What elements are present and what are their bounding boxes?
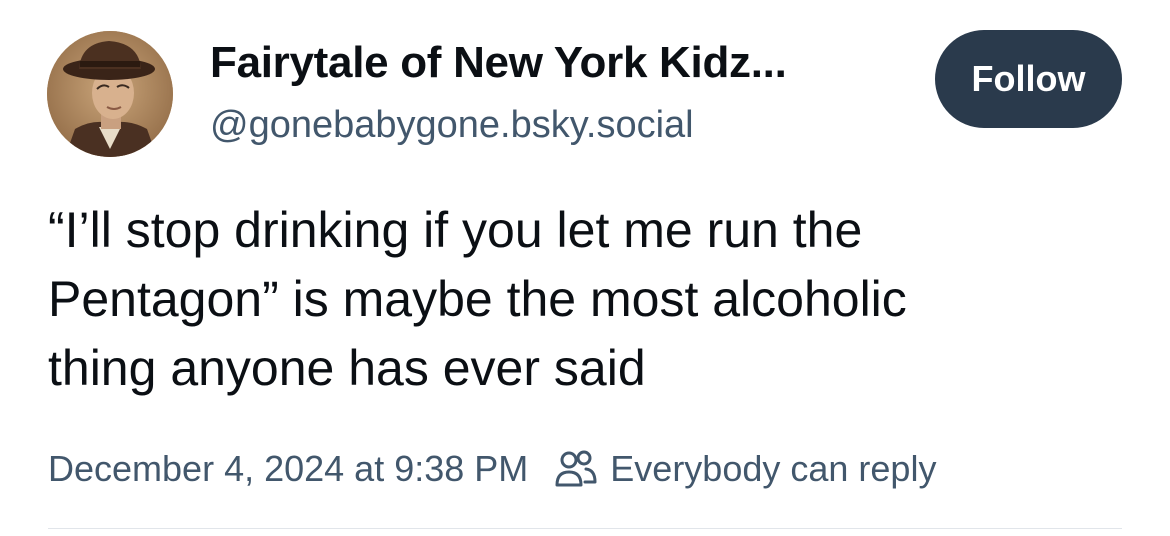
author-handle[interactable]: @gonebabygone.bsky.social [210, 104, 694, 147]
post-text-line: thing anyone has ever said [48, 340, 646, 396]
divider [48, 528, 1122, 529]
reply-setting-label: Everybody can reply [610, 448, 937, 489]
post-text: “I’ll stop drinking if you let me run th… [48, 196, 1128, 403]
reply-setting: Everybody can reply [554, 448, 936, 490]
post-text-line: “I’ll stop drinking if you let me run th… [48, 202, 863, 258]
post-text-line: Pentagon” is maybe the most alcoholic [48, 271, 907, 327]
avatar-image [47, 31, 173, 157]
post-timestamp[interactable]: December 4, 2024 at 9:38 PM [48, 448, 528, 490]
follow-button[interactable]: Follow [935, 30, 1122, 128]
people-icon [555, 450, 597, 487]
author-display-name[interactable]: Fairytale of New York Kidz... [210, 38, 787, 88]
avatar[interactable] [47, 31, 173, 157]
post-meta: December 4, 2024 at 9:38 PM Everybody ca… [48, 445, 936, 493]
